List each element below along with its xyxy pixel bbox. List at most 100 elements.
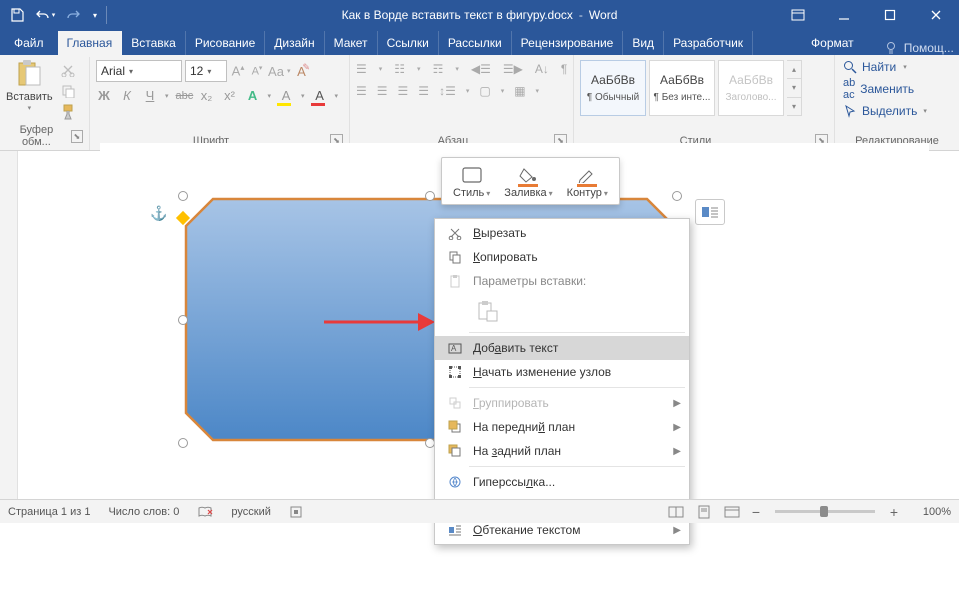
tab-references[interactable]: Ссылки (378, 31, 439, 55)
minimize-button[interactable] (821, 0, 867, 30)
format-painter-button[interactable] (57, 102, 79, 122)
paste-option-picture[interactable] (473, 297, 501, 325)
resize-handle-tm[interactable] (425, 191, 435, 201)
ctx-bring-front[interactable]: На передний план▶ (435, 415, 689, 439)
resize-handle-bl[interactable] (178, 438, 188, 448)
cut-button[interactable] (57, 60, 79, 80)
resize-handle-tl[interactable] (178, 191, 188, 201)
tab-layout[interactable]: Макет (325, 31, 378, 55)
status-page[interactable]: Страница 1 из 1 (8, 506, 90, 518)
style-normal[interactable]: АаБбВв¶ Обычный (580, 60, 646, 116)
italic-button[interactable]: К (119, 88, 135, 103)
tab-developer[interactable]: Разработчик (664, 31, 753, 55)
increase-indent-button[interactable]: ☰▶ (503, 62, 523, 76)
sort-button[interactable]: A↓ (535, 62, 549, 76)
zoom-in-button[interactable]: + (885, 504, 903, 520)
tell-me[interactable]: Помощ... (872, 41, 959, 55)
underline-button[interactable]: Ч (142, 88, 158, 103)
status-words[interactable]: Число слов: 0 (108, 506, 179, 518)
tab-home[interactable]: Главная (58, 31, 123, 55)
qat-customize[interactable]: ▾ (88, 2, 102, 28)
tab-draw[interactable]: Рисование (186, 31, 265, 55)
paste-label[interactable]: Вставить (6, 91, 53, 103)
align-left-button[interactable]: ☰ (356, 84, 367, 98)
maximize-button[interactable] (867, 0, 913, 30)
book-icon (197, 505, 213, 519)
zoom-slider[interactable] (775, 510, 875, 513)
view-print-button[interactable] (691, 502, 717, 522)
copy-button[interactable] (57, 81, 79, 101)
strike-button[interactable]: abc (176, 90, 192, 102)
status-language[interactable]: русский (231, 506, 270, 518)
zoom-out-button[interactable]: − (747, 504, 765, 520)
change-case-button[interactable]: Aa (268, 64, 284, 79)
tab-view[interactable]: Вид (623, 31, 664, 55)
paste-icon[interactable] (13, 58, 45, 90)
tab-mailings[interactable]: Рассылки (439, 31, 512, 55)
highlight-button[interactable]: A (278, 88, 294, 103)
line-spacing-button[interactable]: ↕☰ (439, 84, 456, 98)
tab-insert[interactable]: Вставка (122, 31, 186, 55)
zoom-level[interactable]: 100% (905, 506, 951, 518)
clipboard-icon (443, 274, 467, 288)
tab-format[interactable]: Формат (793, 31, 872, 55)
ctx-copy[interactable]: Копировать (435, 245, 689, 269)
layout-options-button[interactable] (695, 199, 725, 225)
status-spell[interactable] (197, 505, 213, 519)
styles-gallery-arrows[interactable]: ▴▾▾ (787, 60, 802, 116)
resize-handle-tr[interactable] (672, 191, 682, 201)
resize-handle-ml[interactable] (178, 315, 188, 325)
clipboard-dialog-launcher[interactable]: ⬊ (71, 130, 83, 143)
align-right-button[interactable]: ☰ (398, 84, 409, 98)
font-color-button[interactable]: A (312, 88, 328, 103)
ctx-send-back[interactable]: На задний план▶ (435, 439, 689, 463)
borders-button[interactable]: ▦ (514, 84, 525, 98)
mini-fill-button[interactable]: Заливка▾ (497, 161, 559, 201)
view-web-button[interactable] (719, 502, 745, 522)
app-name: Word (589, 8, 617, 22)
ctx-edit-points[interactable]: Начать изменение узлов (435, 360, 689, 384)
close-button[interactable] (913, 0, 959, 30)
ctx-group: Группировать▶ (435, 391, 689, 415)
ribbon-display-button[interactable] (775, 0, 821, 30)
tell-me-label: Помощ... (904, 41, 954, 55)
replace-button[interactable]: abacЗаменить (843, 77, 927, 101)
mini-style-button[interactable]: Стиль▾ (446, 161, 497, 201)
undo-button[interactable]: ▾ (32, 2, 58, 28)
grow-font-button[interactable]: A▴ (230, 63, 246, 78)
ctx-cut[interactable]: Вырезать (435, 221, 689, 245)
ctx-hyperlink[interactable]: Гиперссылка... (435, 470, 689, 494)
subscript-button[interactable]: x₂ (199, 88, 215, 103)
bullets-button[interactable]: ☰ (356, 62, 367, 76)
cursor-icon (843, 104, 857, 118)
redo-button[interactable] (60, 2, 86, 28)
view-read-button[interactable] (663, 502, 689, 522)
font-name-combo[interactable]: Arial▾ (96, 60, 182, 82)
superscript-button[interactable]: x² (222, 88, 238, 103)
save-button[interactable] (4, 2, 30, 28)
shrink-font-button[interactable]: A▾ (249, 64, 265, 78)
bold-button[interactable]: Ж (96, 88, 112, 103)
font-size-combo[interactable]: 12▾ (185, 60, 227, 82)
style-nospacing[interactable]: АаБбВв¶ Без инте... (649, 60, 715, 116)
mini-outline-button[interactable]: Контур▾ (560, 161, 615, 201)
style-heading[interactable]: АаБбВвЗаголово... (718, 60, 784, 116)
ctx-paste-options-row (435, 293, 689, 329)
show-marks-button[interactable]: ¶ (561, 62, 567, 76)
status-macro[interactable] (289, 505, 303, 519)
text-effects-button[interactable]: A (245, 88, 261, 103)
multilevel-button[interactable]: ☶ (433, 62, 444, 76)
justify-button[interactable]: ☰ (418, 84, 429, 98)
align-center-button[interactable]: ☰ (377, 84, 388, 98)
numbering-button[interactable]: ☷ (394, 62, 405, 76)
clear-format-button[interactable]: A✎ (294, 64, 310, 79)
vertical-ruler (0, 151, 18, 499)
decrease-indent-button[interactable]: ◀☰ (471, 62, 491, 76)
tab-review[interactable]: Рецензирование (512, 31, 624, 55)
ctx-add-text[interactable]: A Добавить текст (435, 336, 689, 360)
tab-design[interactable]: Дизайн (265, 31, 324, 55)
tab-file[interactable]: Файл (0, 31, 58, 55)
select-button[interactable]: Выделить▾ (843, 104, 927, 118)
shading-button[interactable]: ▢ (479, 84, 490, 98)
find-button[interactable]: Найти▾ (843, 60, 927, 74)
